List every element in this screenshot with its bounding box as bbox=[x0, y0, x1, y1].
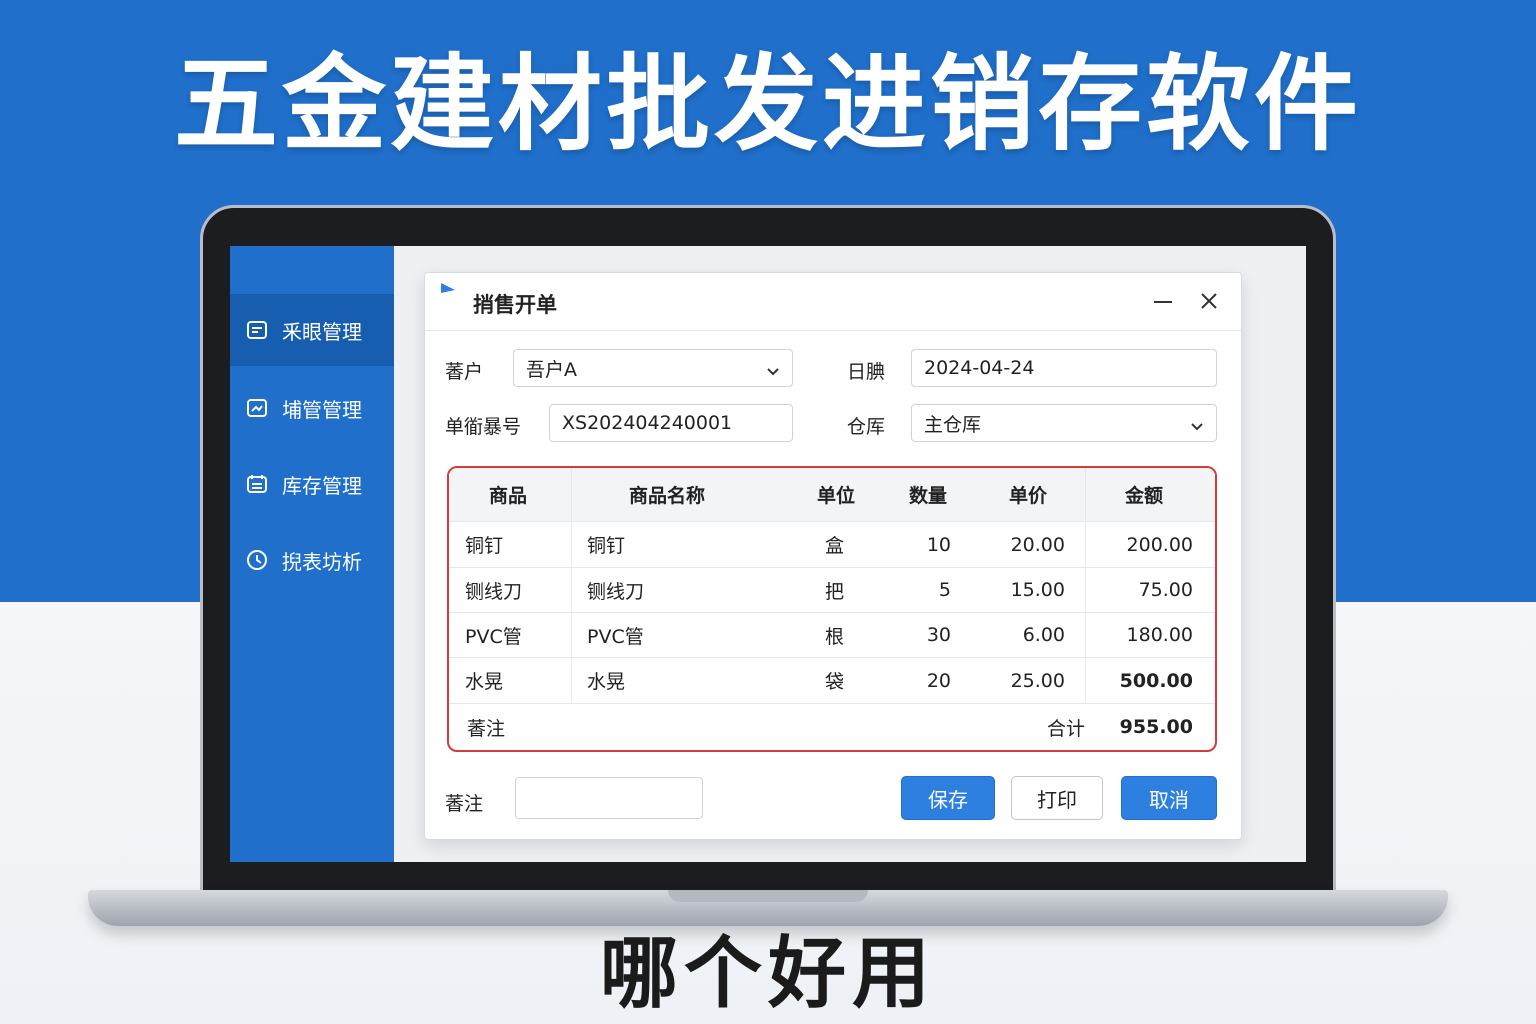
cell-amount: 500.00 bbox=[1119, 669, 1193, 692]
cell-unit: 袋 bbox=[825, 671, 845, 693]
save-button[interactable]: 保存 bbox=[901, 776, 995, 820]
print-button[interactable]: 打印 bbox=[1011, 776, 1103, 820]
column-divider bbox=[571, 468, 572, 704]
table-row[interactable]: PVC管 PVC管 根 30 6.00 180.00 bbox=[449, 613, 1215, 658]
customer-select[interactable]: 吾户A bbox=[513, 349, 793, 387]
clock-icon bbox=[246, 549, 268, 571]
total-label: 合计 bbox=[1046, 717, 1085, 740]
column-header-name: 商品名称 bbox=[629, 485, 706, 507]
subline: 哪个好用 bbox=[599, 929, 936, 1019]
table-row[interactable]: 铡线刀 铡线刀 把 5 15.00 75.00 bbox=[449, 568, 1215, 613]
order-items-table: 商品 商品名称 单位 数量 单价 金额 铜钉 铜钉 盒 10 20.00 200… bbox=[447, 466, 1217, 752]
warehouse-value: 主仓厍 bbox=[924, 413, 982, 436]
chevron-down-icon bbox=[1190, 417, 1204, 439]
laptop-screen: 釆眼管理 埔管管理 库存管理 掜表坊析 捎售开单 萫户 吾户A 日腆 2024-… bbox=[230, 246, 1306, 862]
customer-value: 吾户A bbox=[526, 358, 577, 381]
flag-icon bbox=[439, 281, 457, 303]
inventory-icon bbox=[246, 473, 268, 495]
date-label: 日腆 bbox=[847, 361, 886, 383]
sales-order-dialog: 捎售开单 萫户 吾户A 日腆 2024-04-24 单衜暴号 XS2024042… bbox=[424, 272, 1242, 840]
close-icon[interactable] bbox=[1197, 289, 1221, 313]
cell-price: 6.00 bbox=[1022, 624, 1065, 646]
cell-qty: 10 bbox=[926, 533, 951, 556]
cell-name: 铡线刀 bbox=[587, 580, 645, 603]
column-header-unit: 单位 bbox=[817, 485, 856, 507]
sales-icon bbox=[246, 397, 268, 419]
cell-price: 20.00 bbox=[1010, 533, 1065, 556]
table-row[interactable]: 铜钉 铜钉 盒 10 20.00 200.00 bbox=[449, 522, 1215, 568]
date-field[interactable]: 2024-04-24 bbox=[911, 349, 1217, 387]
remark-input[interactable] bbox=[515, 777, 703, 819]
table-row[interactable]: 水晃 水晃 袋 20 25.00 500.00 bbox=[449, 658, 1215, 704]
warehouse-select[interactable]: 主仓厍 bbox=[911, 404, 1217, 442]
cell-name: PVC管 bbox=[587, 625, 644, 648]
headline: 五金建材批发进销存软件 bbox=[173, 43, 1362, 165]
sidebar-item-label: 埔管管理 bbox=[282, 397, 362, 422]
column-header-price: 单价 bbox=[1009, 485, 1048, 507]
table-header-row: 商品 商品名称 单位 数量 单价 金额 bbox=[449, 468, 1215, 522]
laptop-notch bbox=[668, 890, 868, 902]
cell-amount: 180.00 bbox=[1126, 624, 1193, 646]
column-header-product: 商品 bbox=[489, 485, 528, 507]
cell-unit: 根 bbox=[825, 625, 845, 648]
cell-unit: 盒 bbox=[825, 535, 845, 557]
cell-product: 铡线刀 bbox=[465, 580, 523, 603]
column-header-amount: 金额 bbox=[1125, 485, 1164, 507]
column-divider bbox=[1085, 468, 1086, 704]
cell-product: 铜钉 bbox=[465, 535, 504, 557]
cancel-button[interactable]: 取消 bbox=[1121, 776, 1217, 820]
total-value: 955.00 bbox=[1119, 716, 1193, 738]
order-no-label: 单衜暴号 bbox=[445, 416, 522, 438]
order-no-value: XS202404240001 bbox=[562, 412, 733, 434]
cell-amount: 200.00 bbox=[1126, 533, 1193, 556]
sidebar-item-reports[interactable]: 掜表坊析 bbox=[230, 524, 394, 596]
purchase-icon bbox=[246, 319, 268, 341]
sidebar-item-purchase[interactable]: 釆眼管理 bbox=[230, 294, 394, 366]
order-no-field[interactable]: XS202404240001 bbox=[549, 404, 793, 442]
sidebar-item-label: 釆眼管理 bbox=[282, 319, 362, 344]
warehouse-label: 仓厍 bbox=[847, 416, 886, 438]
sidebar-item-sales[interactable]: 埔管管理 bbox=[230, 372, 394, 444]
cell-product: PVC管 bbox=[465, 625, 522, 648]
sidebar-item-inventory[interactable]: 库存管理 bbox=[230, 448, 394, 520]
sidebar-item-label: 掜表坊析 bbox=[282, 549, 362, 574]
cell-amount: 75.00 bbox=[1138, 579, 1193, 601]
chevron-down-icon bbox=[766, 362, 780, 384]
cell-price: 15.00 bbox=[1010, 579, 1065, 601]
cell-qty: 20 bbox=[926, 669, 951, 692]
column-header-qty: 数量 bbox=[909, 485, 948, 507]
dialog-header: 捎售开单 bbox=[425, 273, 1241, 331]
minimize-icon[interactable] bbox=[1151, 289, 1175, 313]
cell-qty: 5 bbox=[938, 579, 951, 601]
date-value: 2024-04-24 bbox=[924, 357, 1035, 379]
cell-unit: 把 bbox=[825, 580, 845, 603]
footer-remark-label: 萫注 bbox=[467, 717, 506, 740]
cell-qty: 30 bbox=[926, 624, 951, 646]
remark-label: 萫注 bbox=[445, 793, 484, 815]
sidebar-item-label: 库存管理 bbox=[282, 473, 362, 498]
cell-name: 铜钉 bbox=[587, 535, 626, 557]
sidebar: 釆眼管理 埔管管理 库存管理 掜表坊析 bbox=[230, 246, 394, 862]
customer-label: 萫户 bbox=[445, 361, 484, 383]
cell-product: 水晃 bbox=[465, 671, 504, 693]
table-footer-row: 萫注 合计 955.00 bbox=[449, 704, 1215, 750]
dialog-title: 捎售开单 bbox=[473, 293, 557, 317]
cell-price: 25.00 bbox=[1010, 669, 1065, 692]
cell-name: 水晃 bbox=[587, 671, 626, 693]
